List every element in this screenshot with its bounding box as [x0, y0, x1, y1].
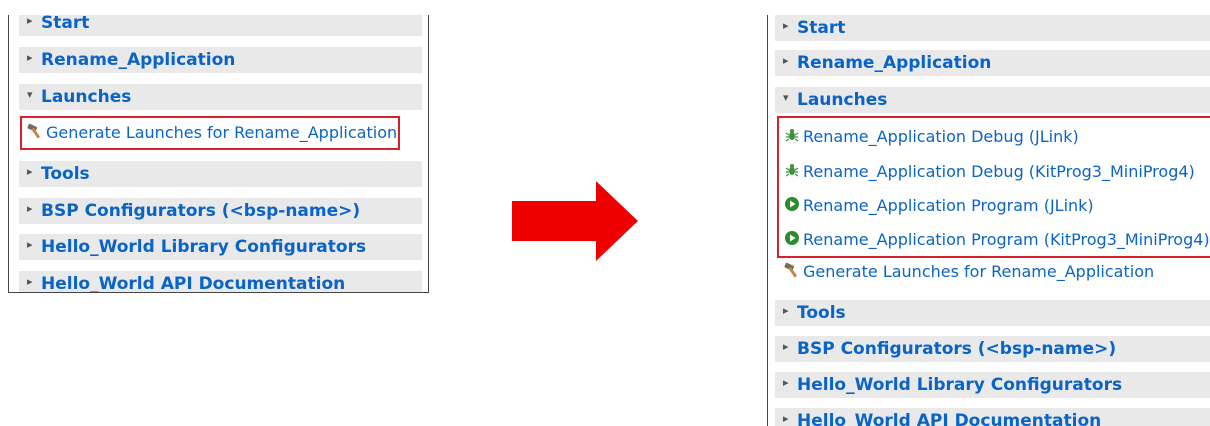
highlight-box [777, 116, 1210, 258]
section-label: Hello_World API Documentation [41, 274, 346, 293]
section-label: Start [41, 15, 90, 33]
section-launches[interactable]: ▾ Launches [775, 87, 1210, 113]
collapsed-caret-icon: ▸ [783, 19, 789, 32]
collapsed-caret-icon: ▸ [783, 412, 789, 425]
section-start[interactable]: ▸ Start [775, 15, 1210, 41]
section-tools[interactable]: ▸ Tools [775, 300, 1210, 326]
section-label: Launches [797, 90, 888, 110]
section-label: Launches [41, 87, 132, 107]
section-tools[interactable]: ▸ Tools [19, 161, 422, 187]
collapsed-caret-icon: ▸ [27, 51, 33, 64]
section-label: BSP Configurators (<bsp-name>) [41, 201, 361, 221]
section-library-configurators[interactable]: ▸ Hello_World Library Configurators [19, 234, 422, 260]
quick-panel-before: ▸ Start ▸ Rename_Application ▾ Launches Gen… [8, 15, 429, 293]
expanded-caret-icon: ▾ [27, 88, 33, 101]
highlight-box [20, 116, 400, 150]
launch-item-generate-launches[interactable]: Generate Launches for Rename_Application [784, 260, 1154, 284]
section-bsp-configurators[interactable]: ▸ BSP Configurators (<bsp-name>) [19, 198, 422, 224]
section-library-configurators[interactable]: ▸ Hello_World Library Configurators [775, 372, 1210, 398]
section-label: Rename_Application [797, 53, 992, 73]
section-rename-application[interactable]: ▸ Rename_Application [775, 50, 1210, 76]
collapsed-caret-icon: ▸ [27, 15, 33, 27]
collapsed-caret-icon: ▸ [783, 376, 789, 389]
section-label: Tools [41, 164, 90, 184]
section-api-documentation[interactable]: ▸ Hello_World API Documentation [775, 408, 1210, 426]
collapsed-caret-icon: ▸ [27, 165, 33, 178]
collapsed-caret-icon: ▸ [27, 238, 33, 251]
section-label: BSP Configurators (<bsp-name>) [797, 339, 1117, 359]
section-api-documentation[interactable]: ▸ Hello_World API Documentation [19, 271, 422, 293]
launch-item-label: Generate Launches for Rename_Application [803, 262, 1155, 281]
collapsed-caret-icon: ▸ [783, 304, 789, 317]
section-bsp-configurators[interactable]: ▸ BSP Configurators (<bsp-name>) [775, 336, 1210, 362]
hammer-icon [784, 262, 798, 277]
section-label: Hello_World API Documentation [797, 411, 1102, 426]
section-start[interactable]: ▸ Start [19, 15, 422, 36]
collapsed-caret-icon: ▸ [27, 275, 33, 288]
section-label: Rename_Application [41, 50, 236, 70]
quick-panel-after: ▸ Start ▸ Rename_Application ▾ Launches Ren… [767, 15, 1210, 426]
section-label: Hello_World Library Configurators [41, 237, 367, 257]
collapsed-caret-icon: ▸ [783, 54, 789, 67]
section-label: Start [797, 18, 846, 38]
section-label: Hello_World Library Configurators [797, 375, 1123, 395]
section-label: Tools [797, 303, 846, 323]
section-rename-application[interactable]: ▸ Rename_Application [19, 47, 422, 73]
right-arrow-icon [512, 181, 638, 261]
section-launches[interactable]: ▾ Launches [19, 84, 422, 110]
expanded-caret-icon: ▾ [783, 91, 789, 104]
collapsed-caret-icon: ▸ [27, 202, 33, 215]
collapsed-caret-icon: ▸ [783, 340, 789, 353]
